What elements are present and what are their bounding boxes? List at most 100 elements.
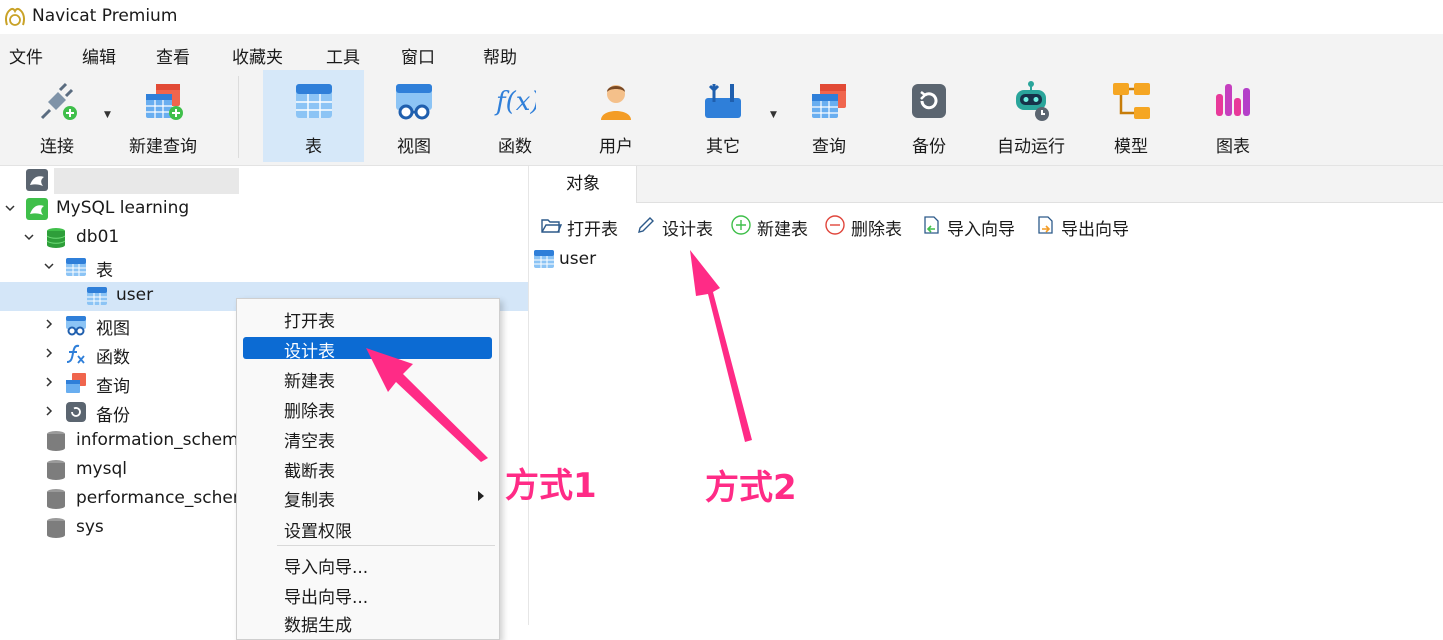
tables-button[interactable]: 表 [263,70,364,162]
others-label: 其它 [706,137,740,157]
backups-group-label: 备份 [96,406,130,426]
menu-view[interactable]: 查看 [156,43,190,68]
ctx-truncate-table[interactable]: 截断表 [243,457,492,482]
ctx-open-table[interactable]: 打开表 [243,307,492,332]
ctx-label: 打开表 [284,312,335,332]
tree-row-blurred-connection[interactable] [0,166,528,195]
ctx-import-wizard[interactable]: 导入向导... [243,553,492,578]
import-wizard-button[interactable]: 导入向导 [920,213,1032,240]
new-table-button[interactable]: 新建表 [730,213,822,240]
model-button[interactable]: 模型 [1088,70,1174,162]
new-query-button[interactable]: 新建查询 [120,70,206,162]
ctx-label: 新建表 [284,372,335,392]
robot-icon [1016,81,1049,121]
charts-label: 图表 [1216,137,1250,157]
mysql-connection-icon [26,169,48,191]
ctx-separator [277,545,495,546]
tree-row-tables[interactable]: 表 [0,253,528,282]
menu-help[interactable]: 帮助 [483,43,517,68]
users-button[interactable]: 用户 [570,70,662,162]
app-title: Navicat Premium [32,6,178,26]
tree-row-connection[interactable]: MySQL learning [0,195,528,224]
table-icon [66,258,86,276]
tab-strip [530,166,1443,203]
ctx-label: 复制表 [284,491,335,511]
new-table-label: 新建表 [757,220,808,240]
tab-objects-label: 对象 [566,174,600,194]
redacted-connection-name [54,168,239,194]
chevron-right-icon[interactable] [42,317,56,331]
object-toolbar: 打开表 设计表 新建表 删除表 导入向导 导出向导 [530,203,1443,245]
object-item-user[interactable]: user [533,247,623,271]
ctx-empty-table[interactable]: 清空表 [243,427,492,452]
function-glyph: f(x) [494,87,536,117]
database-label: sys [76,517,104,537]
open-table-button[interactable]: 打开表 [540,213,636,240]
queries-button[interactable]: 查询 [786,70,872,162]
model-label: 模型 [1114,137,1148,157]
chevron-right-icon[interactable] [42,375,56,389]
function-icon [66,344,85,364]
menu-window[interactable]: 窗口 [401,43,435,68]
ctx-delete-table[interactable]: 删除表 [243,397,492,422]
chevron-down-icon[interactable] [42,259,56,273]
menu-file[interactable]: 文件 [9,43,43,68]
tab-objects[interactable]: 对象 [530,166,637,203]
ctx-duplicate-table[interactable]: 复制表 [243,486,492,511]
table-user-label: user [116,285,154,305]
automation-button[interactable]: 自动运行 [986,70,1076,162]
table-icon [295,84,332,118]
pencil-icon [638,217,654,233]
ctx-label: 导出向导... [284,588,369,608]
connect-button[interactable]: ▼ 连接 [14,70,111,162]
chart-icon [1216,84,1250,116]
query-icon [812,84,846,118]
functions-label: 函数 [498,137,532,157]
ctx-new-table[interactable]: 新建表 [243,367,492,392]
charts-button[interactable]: 图表 [1190,70,1276,162]
others-button[interactable]: ▼ 其它 [680,70,777,162]
chevron-right-icon[interactable] [42,346,56,360]
menu-favorites[interactable]: 收藏夹 [232,43,283,68]
automation-label: 自动运行 [997,137,1065,157]
database-icon [47,489,65,509]
export-wizard-label: 导出向导 [1061,220,1129,240]
database-label: db01 [76,227,120,247]
chevron-down-icon[interactable] [22,230,36,244]
table-icon [87,287,107,305]
annotation-method1: 方式1 [505,466,597,506]
backup-icon [66,402,86,422]
title-bar: Navicat Premium [0,0,1443,34]
database-label: information_schema [76,430,250,450]
delete-table-button[interactable]: 删除表 [824,213,918,240]
views-button[interactable]: 视图 [368,70,460,162]
ctx-export-wizard[interactable]: 导出向导... [243,583,492,608]
chevron-right-icon[interactable] [42,404,56,418]
submenu-arrow-icon [478,491,484,501]
backup-button[interactable]: 备份 [886,70,972,162]
design-table-button[interactable]: 设计表 [635,213,725,240]
minus-circle-icon [825,215,845,235]
menu-tools[interactable]: 工具 [326,43,360,68]
export-wizard-button[interactable]: 导出向导 [1034,213,1146,240]
connection-label: MySQL learning [56,198,190,218]
context-menu: 打开表 设计表 新建表 删除表 清空表 截断表 复制表 设置权限 导入向导...… [236,298,500,640]
menu-bar: 文件 编辑 查看 收藏夹 工具 窗口 帮助 [0,34,1443,70]
database-icon [47,518,65,538]
functions-button[interactable]: f(x) 函数 [468,70,562,162]
ctx-set-permissions[interactable]: 设置权限 [243,517,492,542]
tools-icon [705,84,741,118]
ctx-data-generation[interactable]: 数据生成 [243,611,492,636]
chevron-down-icon[interactable] [3,201,17,215]
database-icon [47,460,65,480]
export-icon [1038,216,1053,234]
function-icon: f(x) [494,87,536,117]
menu-edit[interactable]: 编辑 [82,43,116,68]
delete-table-label: 删除表 [851,220,902,240]
model-icon [1113,83,1150,119]
object-list: user [530,245,1443,625]
ctx-design-table[interactable]: 设计表 [243,337,492,362]
main-toolbar: ▼ 连接 新建查询 表 视图 f(x 函数 用户 ▼ 其它 查询 备份 自动运行… [0,70,1443,166]
new-query-icon [146,84,183,120]
tree-row-database[interactable]: db01 [0,224,528,253]
